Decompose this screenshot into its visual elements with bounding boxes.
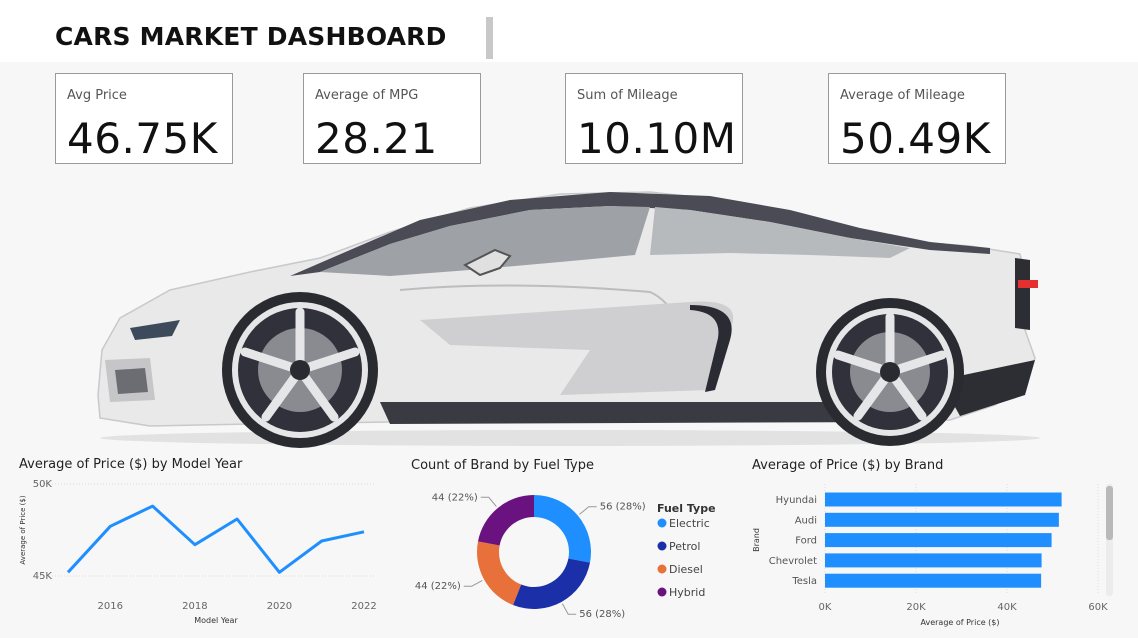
bar-x-axis-label: Average of Price ($)	[920, 618, 999, 627]
kpi-label: Average of MPG	[315, 88, 419, 103]
kpi-value: 28.21	[315, 114, 438, 163]
bar-x-tick-label: 0K	[819, 602, 832, 613]
bar-x-tick-label: 40K	[997, 602, 1017, 613]
line-y-tick-label: 45K	[33, 571, 53, 582]
donut-data-label: 56 (28%)	[579, 609, 625, 620]
kpi-card-sum-mileage[interactable]: Sum of Mileage 10.10M	[565, 73, 743, 164]
legend-swatch-electric	[657, 518, 667, 528]
bar-x-tick-label: 60K	[1088, 602, 1108, 613]
donut-leader-line	[561, 603, 577, 615]
bar-category-label: Tesla	[791, 576, 817, 587]
line-y-axis-label: Average of Price ($)	[19, 495, 27, 564]
kpi-value: 50.49K	[840, 114, 991, 163]
bar-category-label: Ford	[795, 536, 817, 547]
bar-hyundai	[825, 492, 1062, 507]
bar-x-tick-label: 20K	[906, 602, 926, 613]
kpi-value: 10.10M	[577, 114, 737, 163]
donut-slice-petrol	[513, 558, 590, 609]
title-divider	[486, 17, 493, 59]
donut-leader-line	[579, 506, 597, 515]
legend-swatch-diesel	[657, 564, 667, 574]
donut-slice-hybrid	[478, 495, 534, 546]
kpi-card-average-mileage[interactable]: Average of Mileage 50.49K	[828, 73, 1006, 164]
kpi-card-average-mpg[interactable]: Average of MPG 28.21	[303, 73, 481, 164]
legend-item-hybrid: Hybrid	[669, 586, 705, 599]
kpi-card-avg-price[interactable]: Avg Price 46.75K	[55, 73, 233, 164]
page-title: CARS MARKET DASHBOARD	[55, 22, 447, 51]
bar-chevrolet	[825, 553, 1042, 568]
donut-slice-electric	[534, 495, 591, 563]
donut-data-label: 44 (22%)	[432, 492, 478, 503]
bar-ford	[825, 533, 1052, 548]
donut-leader-line	[480, 496, 497, 507]
line-x-tick-label: 2018	[182, 601, 207, 612]
bar-category-label: Hyundai	[776, 495, 817, 506]
donut-legend-title: Fuel Type	[657, 502, 716, 515]
kpi-label: Avg Price	[67, 88, 127, 103]
bar-chart-scrollbar-thumb[interactable]	[1106, 486, 1113, 540]
legend-swatch-petrol	[657, 541, 667, 551]
donut-leader-line	[463, 579, 483, 587]
bar-audi	[825, 512, 1059, 527]
bar-category-label: Audi	[795, 515, 817, 526]
kpi-label: Average of Mileage	[840, 88, 965, 103]
kpi-label: Sum of Mileage	[577, 88, 678, 103]
line-x-axis-label: Model Year	[194, 616, 238, 625]
legend-item-petrol: Petrol	[669, 540, 700, 553]
bar-chart-price-by-brand[interactable]: Hyundai Audi Ford Chevrolet Tesla 0K 20K 40K 60…	[740, 470, 1130, 638]
donut-slice-diesel	[477, 541, 522, 605]
bar-category-label: Chevrolet	[769, 556, 817, 567]
bar-tesla	[825, 573, 1042, 588]
sports-car-illustration	[97, 191, 1040, 448]
legend-swatch-hybrid	[657, 587, 667, 597]
bar-y-axis-label: Brand	[752, 528, 761, 552]
line-x-tick-label: 2020	[267, 601, 292, 612]
donut-chart-brand-by-fuel[interactable]: 56 (28%) 56 (28%) 44 (22%) 44 (22%) Fuel Ty…	[400, 470, 720, 638]
legend-item-electric: Electric	[669, 517, 710, 530]
line-y-tick-label: 50K	[33, 479, 53, 490]
line-series-avg-price	[66, 504, 365, 574]
legend-item-diesel: Diesel	[669, 563, 703, 576]
line-x-tick-label: 2022	[351, 601, 376, 612]
donut-data-label: 44 (22%)	[415, 581, 461, 592]
donut-data-label: 56 (28%)	[600, 502, 646, 513]
line-x-tick-label: 2016	[98, 601, 123, 612]
line-chart-price-by-year[interactable]: 50K 45K 2016 2018 2020 2022 Model Year Avera…	[0, 470, 380, 638]
kpi-value: 46.75K	[67, 114, 218, 163]
